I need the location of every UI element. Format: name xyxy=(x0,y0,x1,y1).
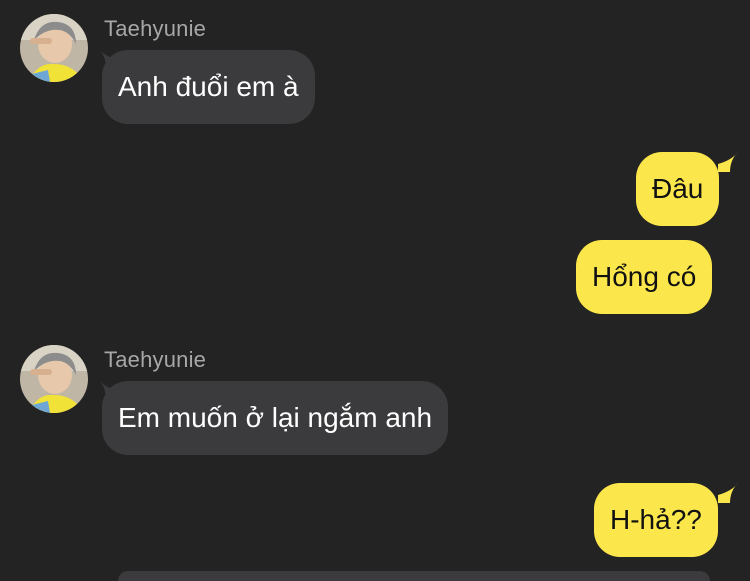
outgoing-message-bubble[interactable]: H-hả?? xyxy=(594,483,718,557)
message-text: Đâu xyxy=(652,173,704,204)
message-text: Hổng có xyxy=(592,261,697,292)
bubble-tail-icon xyxy=(718,152,738,172)
sender-name: Taehyunie xyxy=(104,347,207,372)
sender-avatar[interactable] xyxy=(20,345,88,413)
profile-photo-icon xyxy=(20,345,88,413)
profile-photo-icon xyxy=(20,14,88,82)
bubble-tail-icon xyxy=(98,379,118,399)
bubble-tail-icon xyxy=(98,48,118,68)
bubble-tail-icon xyxy=(718,483,738,503)
next-message-bubble-edge xyxy=(118,571,710,581)
incoming-message-bubble[interactable]: Anh đuổi em à xyxy=(102,50,315,124)
chat-thread[interactable]: Taehyunie Anh đuổi em à Đâu Hổng có Taeh… xyxy=(0,0,750,581)
outgoing-message-bubble[interactable]: Hổng có xyxy=(576,240,713,314)
message-text: Em muốn ở lại ngắm anh xyxy=(118,402,433,433)
message-text: Anh đuổi em à xyxy=(118,71,299,102)
sender-name: Taehyunie xyxy=(104,16,207,41)
incoming-message-bubble[interactable]: Em muốn ở lại ngắm anh xyxy=(102,381,449,455)
outgoing-message-bubble[interactable]: Đâu xyxy=(636,152,720,226)
message-text: H-hả?? xyxy=(610,504,702,535)
sender-avatar[interactable] xyxy=(20,14,88,82)
